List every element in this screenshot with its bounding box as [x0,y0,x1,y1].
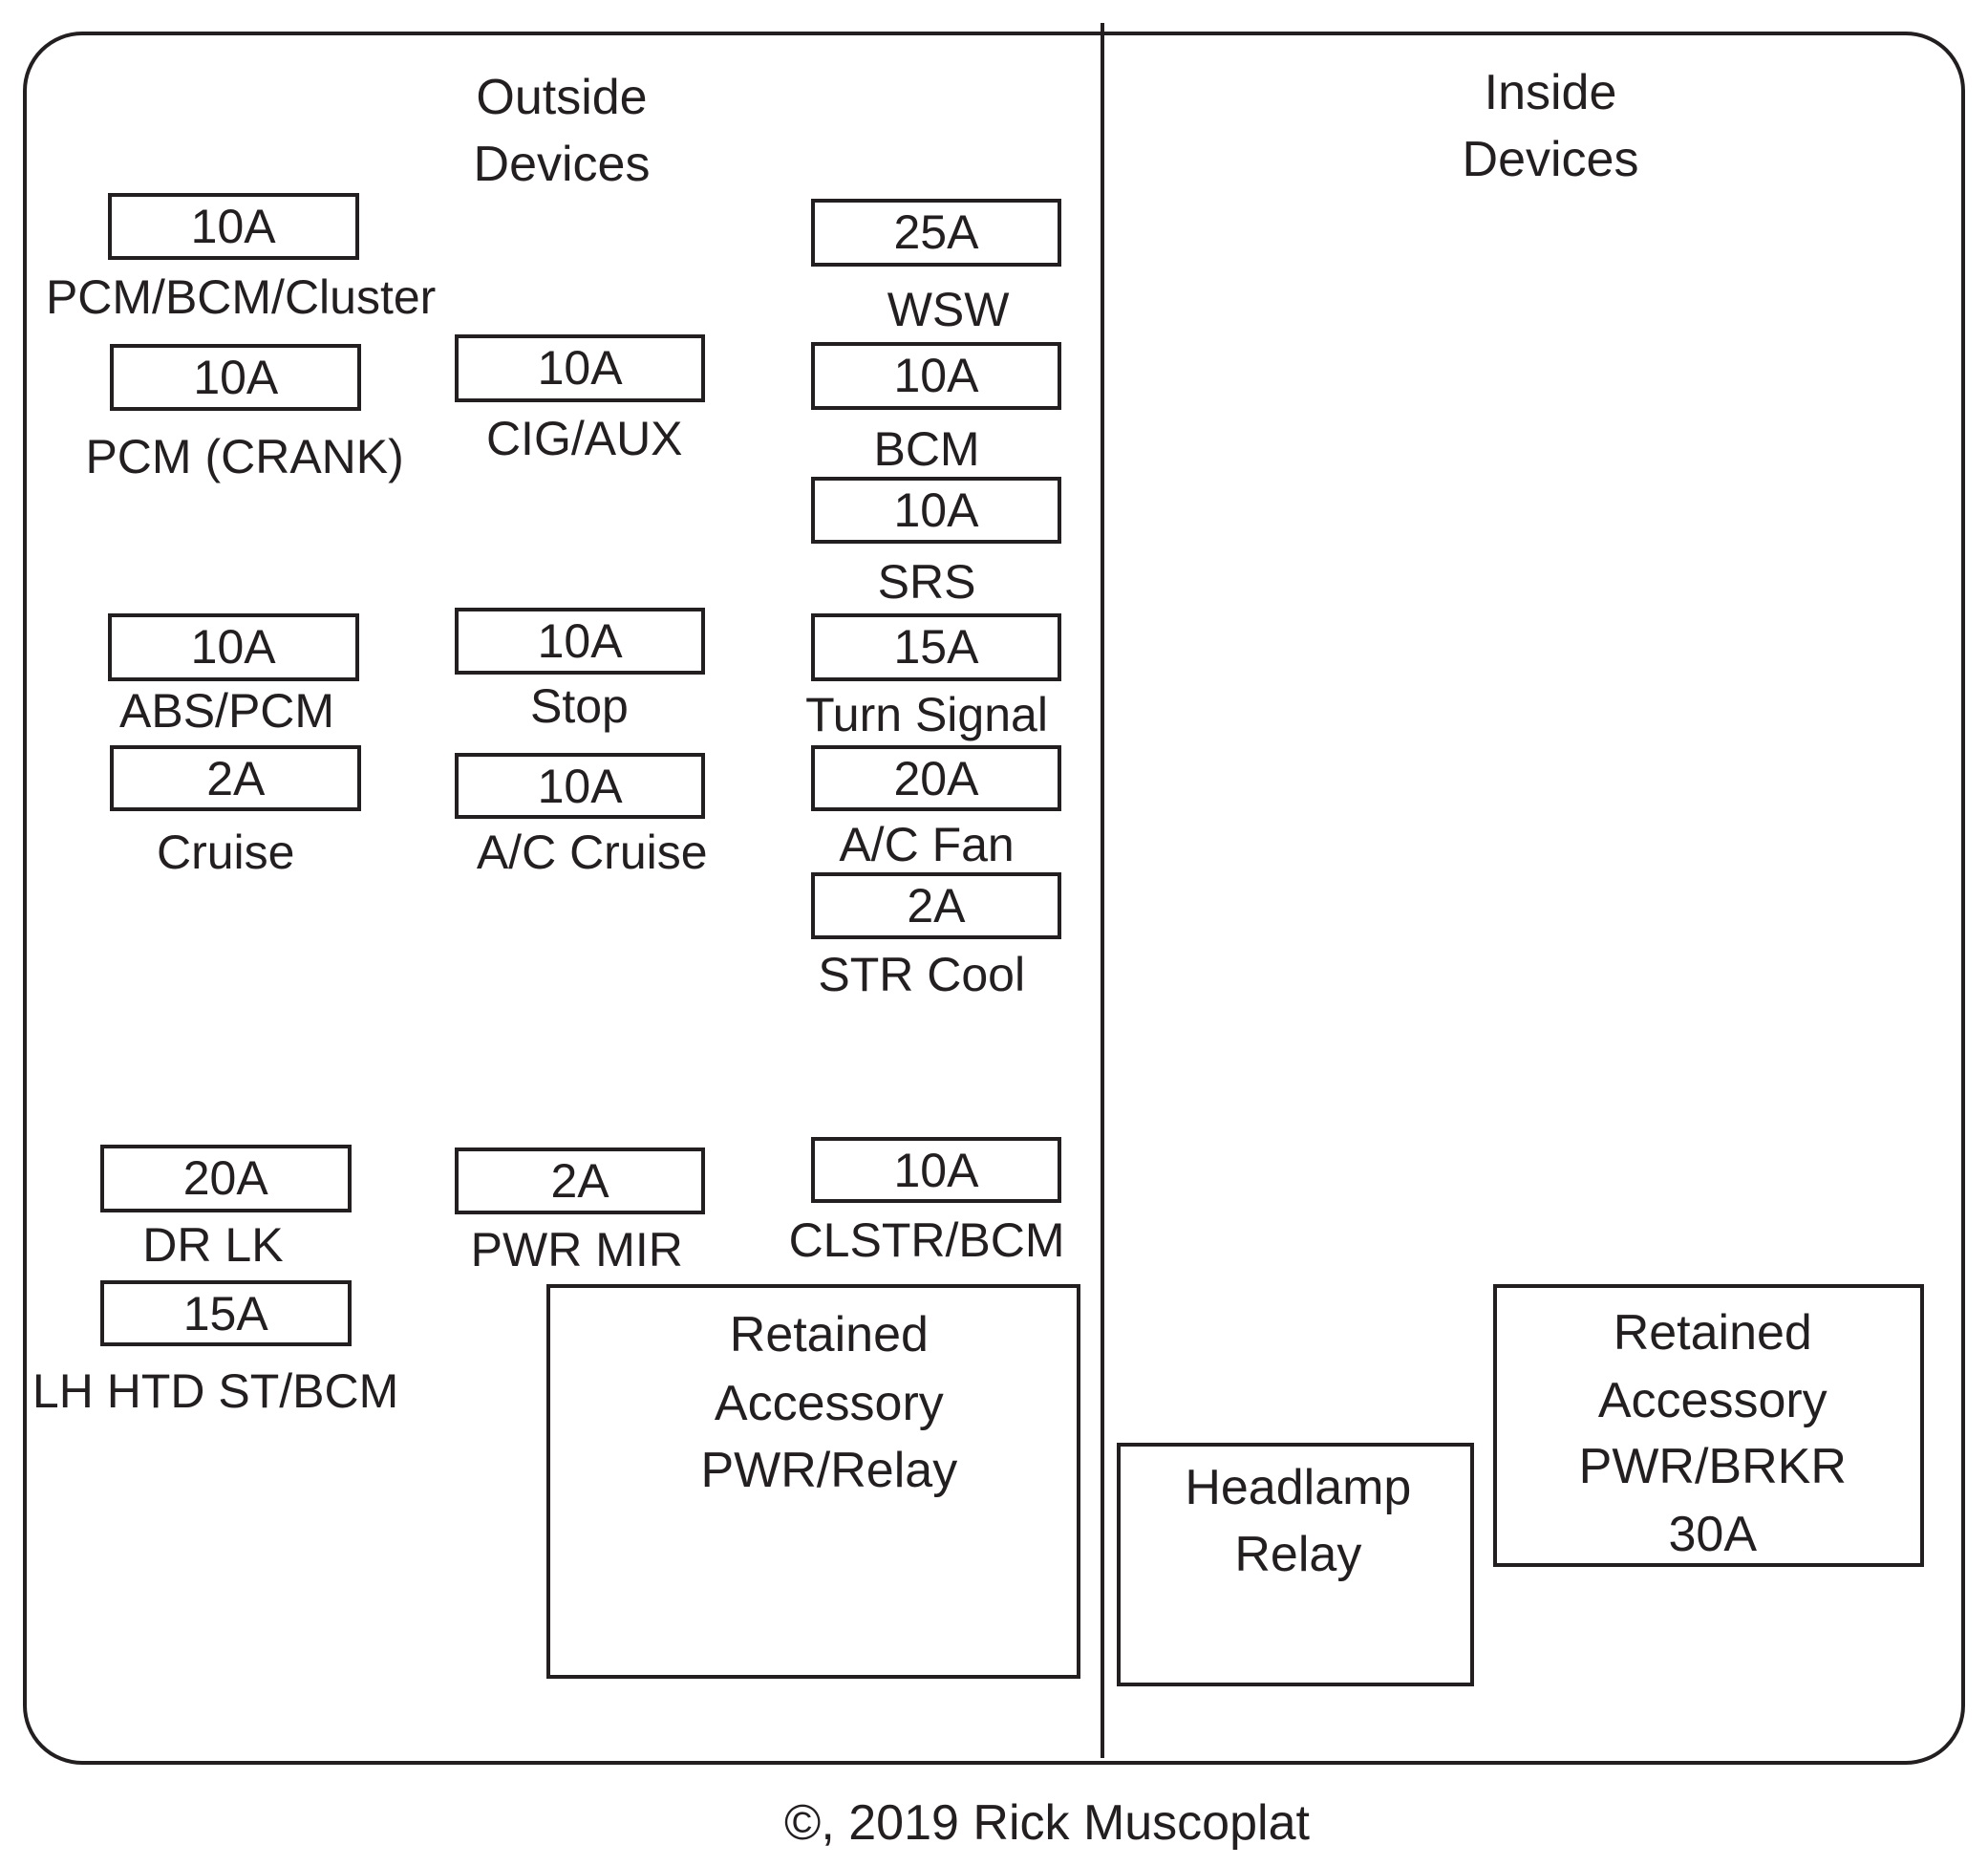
fuse: 10A [107,613,359,681]
outside-devices-heading: Outside Devices [474,64,651,198]
block-text-line: PWR/Relay [700,1443,958,1499]
fuse-label: A/C Fan [839,817,1015,871]
block-text-line: 30A [1668,1506,1758,1562]
fuse-rating: 10A [537,341,623,396]
fuse: 25A [811,199,1061,267]
fuse: 10A [811,476,1061,545]
block-text-line: PWR/BRKR [1578,1439,1847,1495]
fuse-label: WSW [887,282,1010,336]
fuse-rating: 10A [893,349,979,403]
fuse-rating: 10A [190,620,276,675]
fuse-rating: 15A [182,1286,268,1341]
fuse-label: DR LK [142,1218,284,1273]
fuse-label: PWR MIR [470,1223,683,1277]
heading-line: Outside [476,70,648,125]
heading-line: Inside [1484,65,1617,120]
block-text-line: Retained [729,1307,929,1363]
block-text-line: Headlamp [1185,1459,1412,1515]
fuse-label: CLSTR/BCM [788,1212,1065,1267]
fuse-rating: 20A [182,1151,268,1206]
section-divider [1101,23,1104,1758]
fuse-rating: 25A [893,205,979,260]
fuse: 2A [455,1147,705,1215]
fuse-rating: 2A [206,751,266,805]
fuse-rating: 10A [893,483,979,538]
fuse: 10A [455,607,705,675]
fuse-label: STR Cool [818,948,1026,1002]
fuse-rating: 2A [550,1154,609,1209]
fuse: 2A [110,745,362,812]
fuse-rating: 10A [537,613,623,668]
copyright-notice: ©, 2019 Rick Muscoplat [784,1795,1310,1851]
fuse-label: PCM/BCM/Cluster [45,269,437,324]
inside-devices-heading: Inside Devices [1463,59,1639,193]
heading-line: Devices [473,137,651,192]
fuse-label: Turn Signal [805,688,1048,742]
fuse: 10A [110,343,362,411]
fuse-label: A/C Cruise [476,825,708,879]
block-text-line: Accessory [714,1375,944,1431]
fuse-rating: 10A [893,1143,979,1197]
fuse: 10A [455,753,705,820]
block-text-line: Accessory [1597,1373,1828,1429]
fuse-rating: 2A [907,879,966,933]
fuse: 10A [107,192,359,261]
fuse-label: LH HTD ST/BCM [32,1363,399,1418]
fuse-rating: 20A [893,751,979,805]
fuse-label: BCM [873,421,980,476]
fuse-label: ABS/PCM [119,684,335,739]
fuse: 2A [811,871,1061,940]
fuse-label: CIG/AUX [485,412,683,466]
fuse: 15A [99,1280,352,1347]
fuse: 20A [811,745,1061,812]
fuse-label: PCM (CRANK) [85,429,404,483]
fuse-rating: 15A [893,620,979,675]
fuse-rating: 10A [190,199,276,253]
fuse: 10A [811,342,1061,410]
fuse-rating: 10A [193,350,279,404]
fuse: 10A [811,1137,1061,1204]
fuse: 15A [811,613,1061,681]
fuse: 20A [99,1145,352,1212]
fuse: 10A [455,334,705,402]
block-text-line: Relay [1234,1526,1362,1582]
fuse-label: Stop [530,679,629,734]
fuse-label: SRS [877,555,976,610]
heading-line: Devices [1462,132,1639,187]
fuse-label: Cruise [156,825,295,879]
fuse-rating: 10A [537,759,623,813]
block-text-line: Retained [1613,1304,1812,1361]
